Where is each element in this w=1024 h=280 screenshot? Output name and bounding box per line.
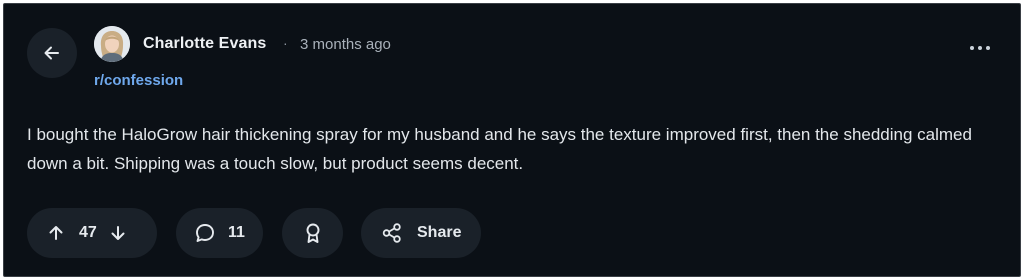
comment-count: 11 <box>228 224 245 241</box>
award-button[interactable] <box>282 208 343 258</box>
share-nodes-icon <box>381 222 403 244</box>
vote-count: 47 <box>79 224 97 241</box>
post-body: I bought the HaloGrow hair thickening sp… <box>27 125 972 173</box>
arrow-down-icon <box>111 226 125 240</box>
downvote-button[interactable] <box>109 224 127 242</box>
meta-separator: · <box>283 35 288 51</box>
share-label: Share <box>417 224 462 241</box>
more-options-button[interactable] <box>960 34 1000 62</box>
arrow-up-icon <box>49 226 63 240</box>
comments-button[interactable]: 11 <box>176 208 263 258</box>
post-card: Charlotte Evans · 3 months ago r/confess… <box>3 3 1021 277</box>
upvote-button[interactable] <box>47 224 65 242</box>
share-button[interactable]: Share <box>361 208 481 258</box>
post-timestamp: 3 months ago <box>300 36 391 53</box>
avatar[interactable] <box>94 26 130 62</box>
arrow-left-icon <box>44 46 59 60</box>
vote-control: 47 <box>27 208 157 258</box>
comment-bubble-icon <box>194 222 216 244</box>
more-horizontal-icon <box>970 46 974 50</box>
back-button[interactable] <box>27 28 77 78</box>
award-ribbon-icon <box>303 222 323 244</box>
author-name[interactable]: Charlotte Evans <box>143 35 266 53</box>
subreddit-link[interactable]: r/confession <box>94 72 183 89</box>
